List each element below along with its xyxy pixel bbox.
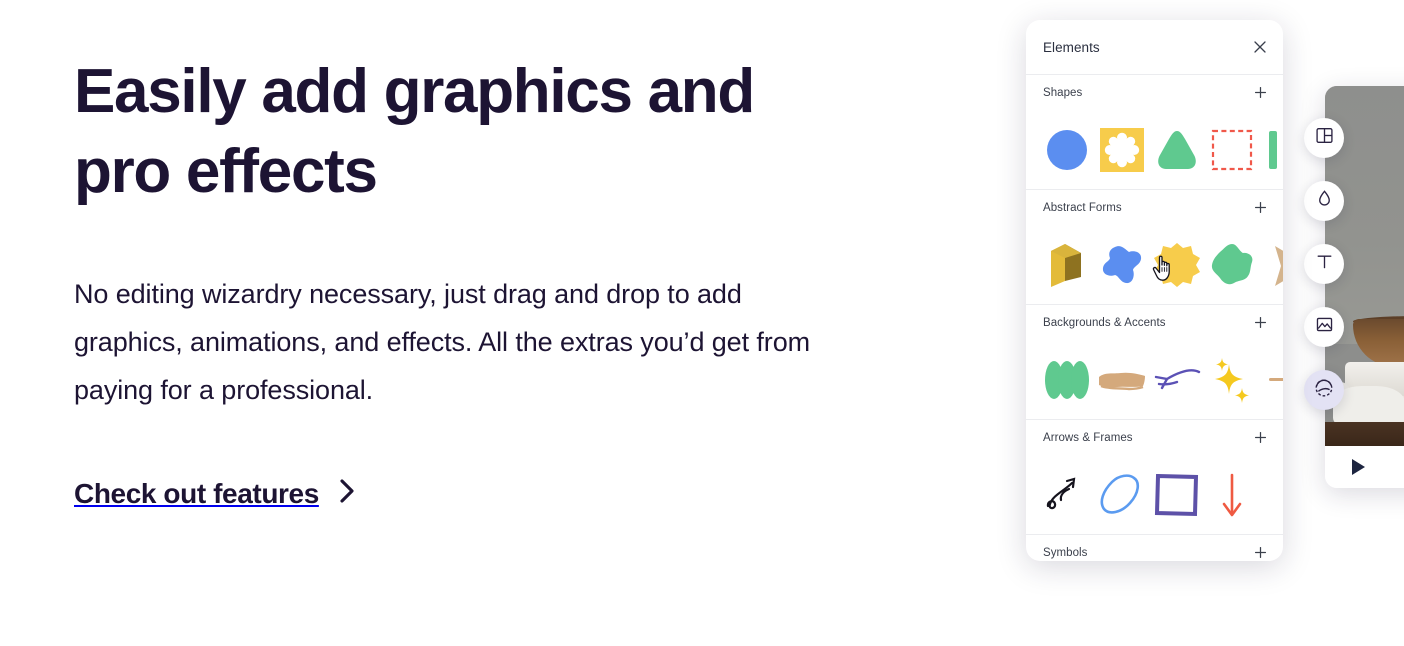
section-items-abstract-forms (1026, 225, 1283, 304)
elements-panel: Elements Shapes Abstract Forms Backgroun… (1026, 20, 1283, 561)
preview-controls (1325, 446, 1404, 488)
section-header-symbols[interactable]: Symbols (1026, 534, 1283, 561)
text-icon-button[interactable] (1304, 244, 1344, 284)
hero-description: No editing wizardry necessary, just drag… (74, 279, 810, 405)
hero-copy: Easily add graphics and pro effects No e… (74, 52, 874, 511)
blue-hand-drawn-ellipse[interactable] (1094, 465, 1149, 525)
green-triangle-shape[interactable] (1149, 120, 1204, 180)
section-items-backgrounds-accents (1026, 340, 1283, 419)
black-curly-arrow[interactable] (1039, 465, 1094, 525)
panel-title: Elements (1043, 39, 1100, 55)
gold-3d-form[interactable] (1039, 235, 1094, 295)
cta-row: Check out features (74, 476, 359, 511)
red-dashed-square-shape[interactable] (1204, 120, 1259, 180)
plus-icon[interactable] (1254, 316, 1267, 329)
photo-wood-shelf (1325, 422, 1404, 446)
red-down-arrow[interactable] (1204, 465, 1259, 525)
chevron-right-icon (337, 476, 359, 511)
tool-rail (1304, 118, 1344, 410)
plus-icon[interactable] (1254, 546, 1267, 559)
droplet-icon-button[interactable] (1304, 181, 1344, 221)
droplet-icon (1315, 189, 1334, 213)
close-icon[interactable] (1253, 40, 1267, 54)
layout-icon (1315, 126, 1334, 150)
effects-icon-button[interactable] (1304, 370, 1344, 410)
section-items-shapes (1026, 110, 1283, 189)
section-label: Backgrounds & Accents (1043, 316, 1166, 329)
plus-icon[interactable] (1254, 86, 1267, 99)
section-header-shapes[interactable]: Shapes (1026, 74, 1283, 110)
section-items-arrows-frames (1026, 455, 1283, 534)
section-label: Arrows & Frames (1043, 431, 1133, 444)
image-icon (1315, 315, 1334, 339)
panel-header: Elements (1026, 20, 1283, 74)
section-label: Shapes (1043, 86, 1083, 99)
effects-icon (1314, 378, 1334, 403)
blue-blob-form[interactable] (1094, 235, 1149, 295)
green-bar-shape[interactable] (1259, 120, 1283, 180)
play-icon[interactable] (1347, 456, 1369, 478)
page-title: Easily add graphics and pro effects (74, 57, 755, 206)
yellow-starburst-form[interactable] (1149, 235, 1204, 295)
green-scallop-background[interactable] (1039, 350, 1094, 410)
section-label: Abstract Forms (1043, 201, 1122, 214)
blue-circle-shape[interactable] (1039, 120, 1094, 180)
section-header-backgrounds-accents[interactable]: Backgrounds & Accents (1026, 304, 1283, 340)
image-icon-button[interactable] (1304, 307, 1344, 347)
purple-swoosh-arrow-accent[interactable] (1149, 350, 1204, 410)
check-out-features-link[interactable]: Check out features (74, 476, 359, 511)
purple-square-frame[interactable] (1149, 465, 1204, 525)
section-label: Symbols (1043, 546, 1088, 559)
section-header-abstract-forms[interactable]: Abstract Forms (1026, 189, 1283, 225)
green-star-blob-form[interactable] (1204, 235, 1259, 295)
tan-star-form[interactable] (1259, 235, 1283, 295)
text-icon (1315, 252, 1334, 276)
plus-icon[interactable] (1254, 201, 1267, 214)
tan-dash-accent[interactable] (1259, 350, 1283, 410)
section-header-arrows-frames[interactable]: Arrows & Frames (1026, 419, 1283, 455)
yellow-sparkles-accent[interactable] (1204, 350, 1259, 410)
plus-icon[interactable] (1254, 431, 1267, 444)
cta-label: Check out features (74, 477, 319, 509)
yellow-flower-square-shape[interactable] (1094, 120, 1149, 180)
panel-body: Shapes Abstract Forms Backgrounds & Acce… (1026, 74, 1283, 561)
layout-icon-button[interactable] (1304, 118, 1344, 158)
photo-wooden-bowl (1353, 319, 1404, 367)
page-root: Easily add graphics and pro effects No e… (0, 0, 1404, 646)
tan-brush-stroke-accent[interactable] (1094, 350, 1149, 410)
